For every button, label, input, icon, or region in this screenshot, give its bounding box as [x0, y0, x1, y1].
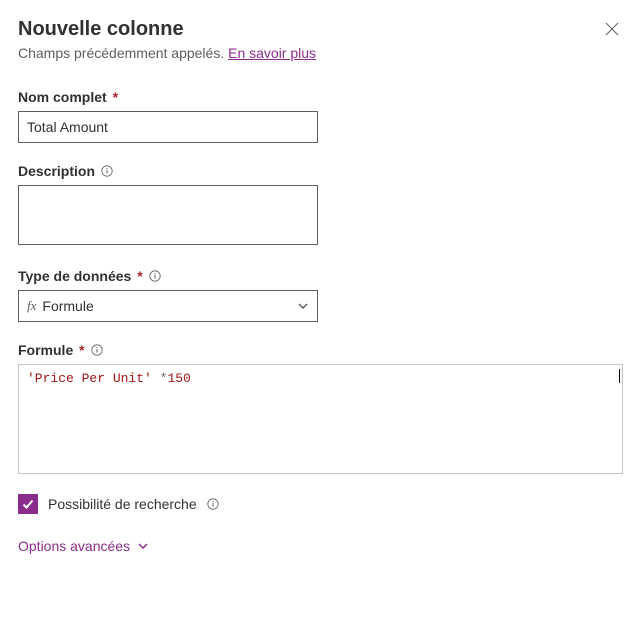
formula-editor[interactable]: 'Price Per Unit' *150 [18, 364, 623, 474]
required-indicator: * [109, 89, 118, 105]
info-icon[interactable] [207, 498, 219, 510]
close-icon [605, 23, 619, 40]
description-input[interactable] [18, 185, 318, 245]
searchable-label: Possibilité de recherche [48, 496, 197, 512]
required-indicator: * [133, 268, 142, 284]
searchable-checkbox[interactable] [18, 494, 38, 514]
chevron-down-icon [138, 538, 148, 554]
info-icon[interactable] [101, 165, 113, 177]
checkmark-icon [21, 497, 35, 511]
data-type-label: Type de données * [18, 268, 143, 284]
display-name-input[interactable] [18, 111, 318, 143]
info-icon[interactable] [149, 270, 161, 282]
advanced-options-label: Options avancées [18, 538, 130, 554]
data-type-select[interactable]: fx Formule [18, 290, 318, 322]
formula-fx-icon: fx [27, 298, 36, 314]
text-cursor [619, 369, 620, 383]
close-button[interactable] [601, 18, 623, 45]
learn-more-link[interactable]: En savoir plus [228, 45, 316, 61]
display-name-label: Nom complet * [18, 89, 118, 105]
panel-title: Nouvelle colonne [18, 18, 316, 41]
data-type-value: Formule [42, 298, 93, 314]
panel-subtitle: Champs précédemment appelés. En savoir p… [18, 45, 316, 61]
required-indicator: * [75, 342, 84, 358]
info-icon[interactable] [91, 344, 103, 356]
subtitle-text: Champs précédemment appelés. [18, 45, 228, 61]
formula-label: Formule * [18, 342, 85, 358]
description-label: Description [18, 163, 95, 179]
advanced-options-toggle[interactable]: Options avancées [18, 538, 148, 554]
formula-content: 'Price Per Unit' *150 [27, 371, 191, 386]
